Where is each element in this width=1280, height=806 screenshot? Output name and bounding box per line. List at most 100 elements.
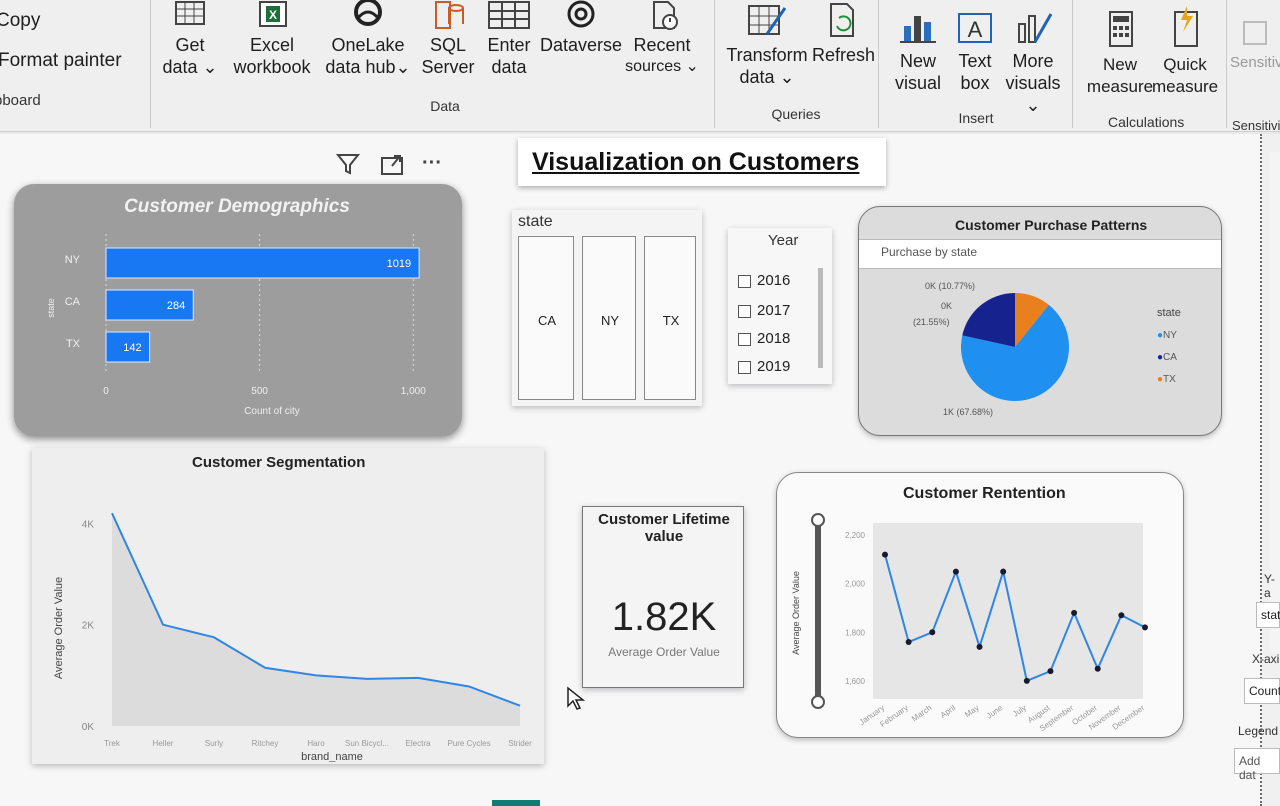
- state-option-tx[interactable]: TX: [644, 236, 696, 400]
- x-axis-field[interactable]: Count: [1244, 678, 1280, 704]
- page-tab-indicator[interactable]: [492, 800, 540, 806]
- x-tick-label: Surly: [205, 739, 223, 748]
- year-option-2016[interactable]: 2016: [738, 272, 790, 289]
- x-tick-label: Electra: [406, 739, 431, 748]
- quick-measure-button[interactable]: Quick measure: [1152, 4, 1218, 98]
- x-tick-label: April: [939, 703, 957, 720]
- copy-button[interactable]: Copy: [0, 10, 40, 32]
- legend-add-data-field[interactable]: Add dat: [1234, 748, 1280, 782]
- x-tick-label: 1,000: [401, 386, 426, 397]
- excel-workbook-button[interactable]: X Excel workbook: [230, 0, 314, 78]
- ribbon: Copy Format painter pboard Get data ⌄ X …: [0, 0, 1280, 133]
- bar-data-label: 284: [167, 300, 185, 312]
- data-point: [905, 639, 912, 645]
- quick-measure-label-1: Quick: [1163, 55, 1207, 74]
- data-point: [1023, 677, 1030, 684]
- filter-icon[interactable]: [336, 152, 360, 176]
- new-measure-button[interactable]: New measure: [1082, 10, 1158, 98]
- data-point: [952, 568, 959, 575]
- x-axis-title: brand_name: [301, 751, 363, 762]
- svg-text:X: X: [269, 8, 277, 22]
- transform-data-button[interactable]: Transform data ⌄: [726, 0, 808, 88]
- data-point: [1000, 568, 1007, 575]
- text-box-icon: A: [958, 13, 992, 43]
- state-slicer-title: state: [518, 213, 553, 230]
- y-tick-label: CA: [65, 296, 81, 308]
- refresh-button[interactable]: Refresh: [812, 0, 876, 66]
- new-measure-label-1: New: [1102, 55, 1137, 74]
- new-visual-button[interactable]: New visual: [890, 10, 946, 94]
- retention-line-chart[interactable]: 2,2002,0001,8001,600JanuaryFebruary March…: [777, 513, 1183, 737]
- year-option-2019[interactable]: 2019: [738, 358, 790, 375]
- x-tick-label: Haro: [307, 739, 325, 748]
- y-tick-label: 2K: [82, 621, 95, 632]
- customer-lifetime-value-card[interactable]: Customer Lifetime value 1.82K Average Or…: [582, 506, 744, 688]
- checkbox[interactable]: [738, 274, 751, 288]
- plot-area: [873, 523, 1143, 699]
- checkbox[interactable]: [738, 304, 751, 318]
- lifetime-value: 1.82K: [611, 595, 717, 639]
- customer-retention-visual[interactable]: Customer Rentention 2,200 2,000 1,800 1,600…: [776, 472, 1184, 738]
- segmentation-area-chart[interactable]: 4K 2K 0K Trek Heller Surly Ritchey Haro Sun Bicy…: [32, 478, 544, 762]
- y-axis-field[interactable]: stat: [1256, 602, 1280, 628]
- new-measure-label-2: measure: [1086, 77, 1154, 96]
- customer-demographics-visual[interactable]: Customer Demographics 0 500 1,000 Count of …: [14, 184, 462, 436]
- more-visuals-label-2: visuals ⌄: [1005, 73, 1061, 115]
- onelake-label-2: data hub⌄: [325, 57, 411, 77]
- lifetime-caption: Average Order Value: [608, 645, 720, 659]
- dataverse-icon: [567, 0, 595, 28]
- purchase-subtitle-bar: Purchase by state: [859, 239, 1221, 269]
- transform-data-icon: [748, 5, 787, 35]
- y-tick-label: 2,000: [845, 580, 866, 589]
- state-option-label: CA: [537, 313, 557, 328]
- refresh-icon: [830, 3, 854, 37]
- data-point: [1142, 624, 1148, 631]
- refresh-label: Refresh: [812, 45, 876, 65]
- legend-item-ny[interactable]: ●NY: [1157, 325, 1177, 347]
- state-slicer[interactable]: state CA NY TX: [512, 210, 702, 406]
- legend-label: TX: [1163, 374, 1176, 385]
- legend-item-ca[interactable]: ●CA: [1157, 347, 1177, 369]
- bar-data-label: 142: [123, 342, 141, 354]
- recent-sources-icon: [653, 1, 678, 30]
- get-data-button[interactable]: Get data ⌄: [160, 0, 220, 78]
- year-option-2017[interactable]: 2017: [738, 302, 790, 319]
- x-tick-label: Pure Cycles: [447, 739, 490, 748]
- report-title-box[interactable]: Visualization on Customers: [518, 138, 886, 186]
- year-option-label: 2018: [757, 330, 791, 347]
- svg-text:A: A: [968, 17, 983, 42]
- database-grid-icon: [175, 1, 205, 25]
- data-point: [1071, 609, 1078, 616]
- dataverse-button[interactable]: Dataverse: [540, 0, 622, 56]
- demographics-bar-chart[interactable]: 0 500 1,000 Count of city state NY 1019 CA 284 TX…: [14, 224, 462, 424]
- sql-server-button[interactable]: SQL Server: [420, 0, 476, 78]
- checkbox[interactable]: [738, 360, 751, 374]
- onelake-data-hub-button[interactable]: OneLake data hub⌄: [322, 0, 414, 78]
- pie-legend: ●NY ●CA ●TX: [1157, 325, 1177, 391]
- state-option-ny[interactable]: NY: [582, 236, 636, 400]
- year-slicer-title: Year: [768, 232, 799, 249]
- more-visuals-button[interactable]: More visuals ⌄: [1000, 10, 1066, 116]
- text-box-button[interactable]: A Text box: [950, 10, 1000, 94]
- sensitivity-button[interactable]: Sensitiv: [1230, 18, 1280, 74]
- recent-sources-button[interactable]: Recent sources ⌄: [624, 0, 700, 78]
- customer-purchase-patterns-visual[interactable]: Customer Purchase Patterns Purchase by s…: [858, 206, 1222, 436]
- pie-label-ny: 1K (67.68%): [943, 407, 994, 417]
- more-visuals-label-1: More: [1012, 51, 1054, 71]
- year-slicer-scrollbar[interactable]: [818, 268, 823, 368]
- sql-server-icon: [435, 1, 464, 29]
- more-options-button[interactable]: ···: [422, 152, 442, 175]
- year-option-2018[interactable]: 2018: [738, 330, 790, 347]
- data-group-label: Data: [430, 98, 460, 114]
- legend-item-tx[interactable]: ●TX: [1157, 369, 1177, 391]
- excel-icon: X: [259, 1, 287, 27]
- customer-segmentation-visual[interactable]: Customer Segmentation 4K 2K 0K Trek Heller Su…: [32, 448, 544, 764]
- state-option-ca[interactable]: CA: [518, 236, 574, 400]
- checkbox[interactable]: [738, 332, 751, 346]
- focus-mode-icon[interactable]: [380, 154, 404, 176]
- enter-data-button[interactable]: Enter data: [484, 0, 534, 78]
- year-slicer[interactable]: Year 2016 2017 2018 2019: [728, 228, 832, 384]
- format-painter-button[interactable]: Format painter: [0, 50, 122, 72]
- data-point: [1118, 612, 1125, 619]
- separator: [1226, 0, 1227, 128]
